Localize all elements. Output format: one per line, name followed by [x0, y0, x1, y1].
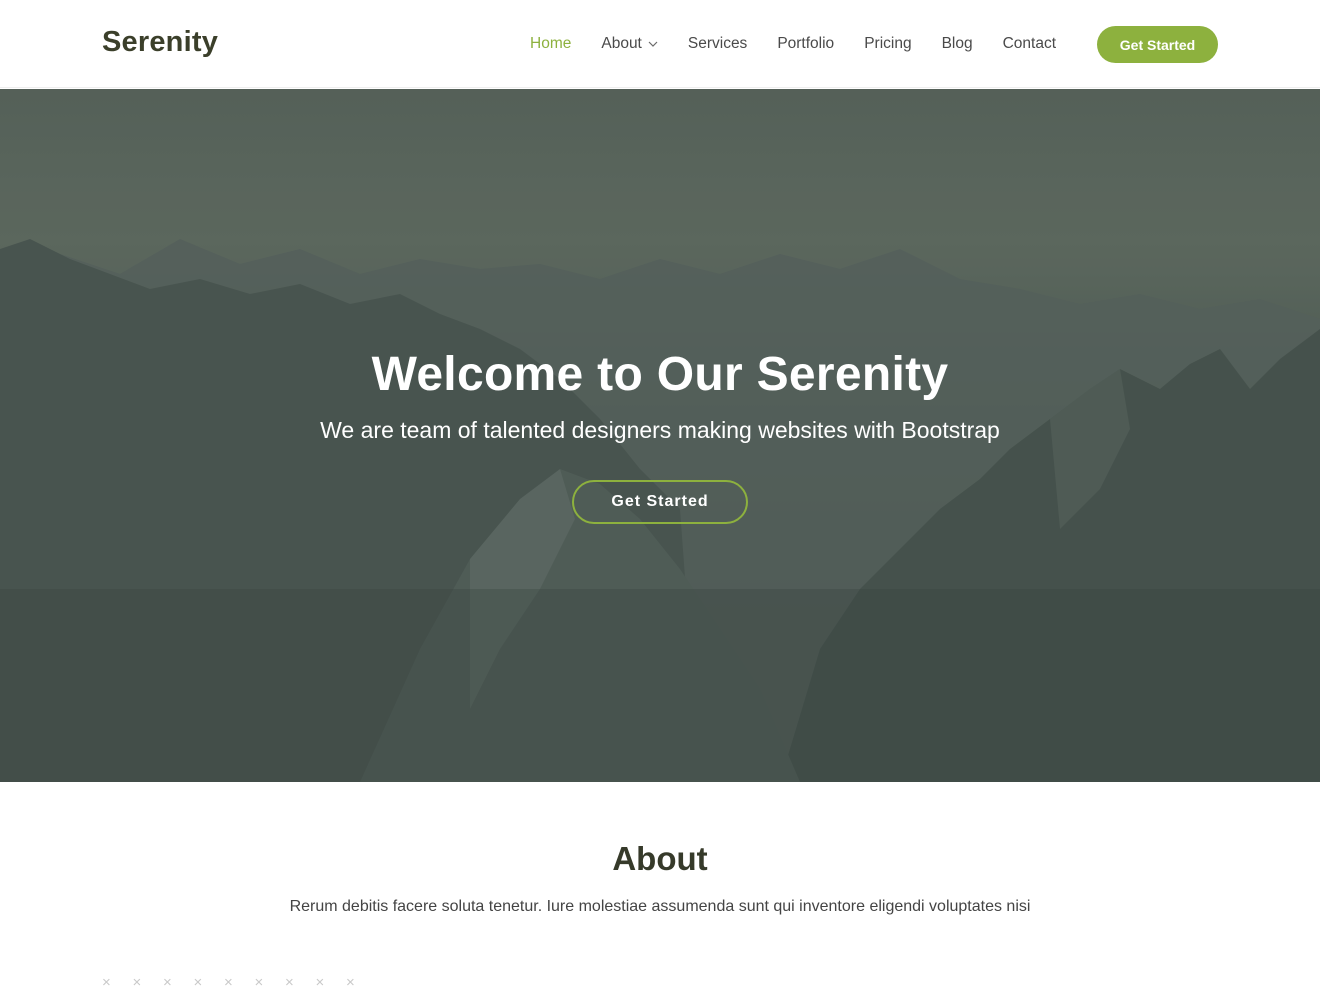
x-mark-icon: × [132, 974, 142, 990]
nav-item-about[interactable]: About [601, 35, 658, 53]
nav-item-contact[interactable]: Contact [1003, 35, 1056, 53]
x-mark-icon: × [285, 974, 294, 990]
nav-item-label: Contact [1002, 35, 1057, 52]
main-nav: Home About Services Portfolio Pricing Bl… [530, 0, 1086, 88]
x-mark-icon: × [315, 974, 325, 990]
nav-item-label: Pricing [864, 35, 912, 52]
nav-item-label: About [601, 35, 642, 52]
x-pattern-icon: × × × × × × × × × [102, 975, 377, 990]
x-mark-icon: × [163, 974, 172, 990]
header-get-started-button[interactable]: Get Started [1097, 26, 1218, 63]
hero-subtitle: We are team of talented designers making… [320, 417, 1000, 443]
x-mark-icon: × [193, 974, 203, 990]
hero-title: Welcome to Our Serenity [371, 348, 949, 401]
x-mark-icon: × [254, 974, 264, 990]
nav-item-label: Home [530, 35, 572, 52]
x-mark-icon: × [346, 974, 355, 990]
nav-item-label: Services [687, 35, 748, 52]
nav-item-portfolio[interactable]: Portfolio [777, 35, 834, 53]
chevron-down-icon [648, 41, 658, 47]
about-title: About [612, 840, 708, 877]
site-header: Serenity Home About Services Portfolio P… [0, 0, 1320, 88]
nav-item-services[interactable]: Services [688, 35, 747, 53]
hero-section: Welcome to Our Serenity We are team of t… [0, 89, 1320, 782]
nav-item-home[interactable]: Home [530, 35, 571, 53]
about-description: Rerum debitis facere soluta tenetur. Iur… [289, 898, 1031, 915]
x-mark-icon: × [102, 974, 111, 990]
site-logo[interactable]: Serenity [102, 26, 218, 59]
nav-item-pricing[interactable]: Pricing [864, 35, 911, 53]
hero-get-started-button[interactable]: Get Started [572, 480, 748, 524]
x-mark-icon: × [224, 974, 233, 990]
nav-item-label: Portfolio [777, 35, 835, 52]
nav-item-label: Blog [941, 35, 973, 52]
nav-item-blog[interactable]: Blog [942, 35, 973, 53]
